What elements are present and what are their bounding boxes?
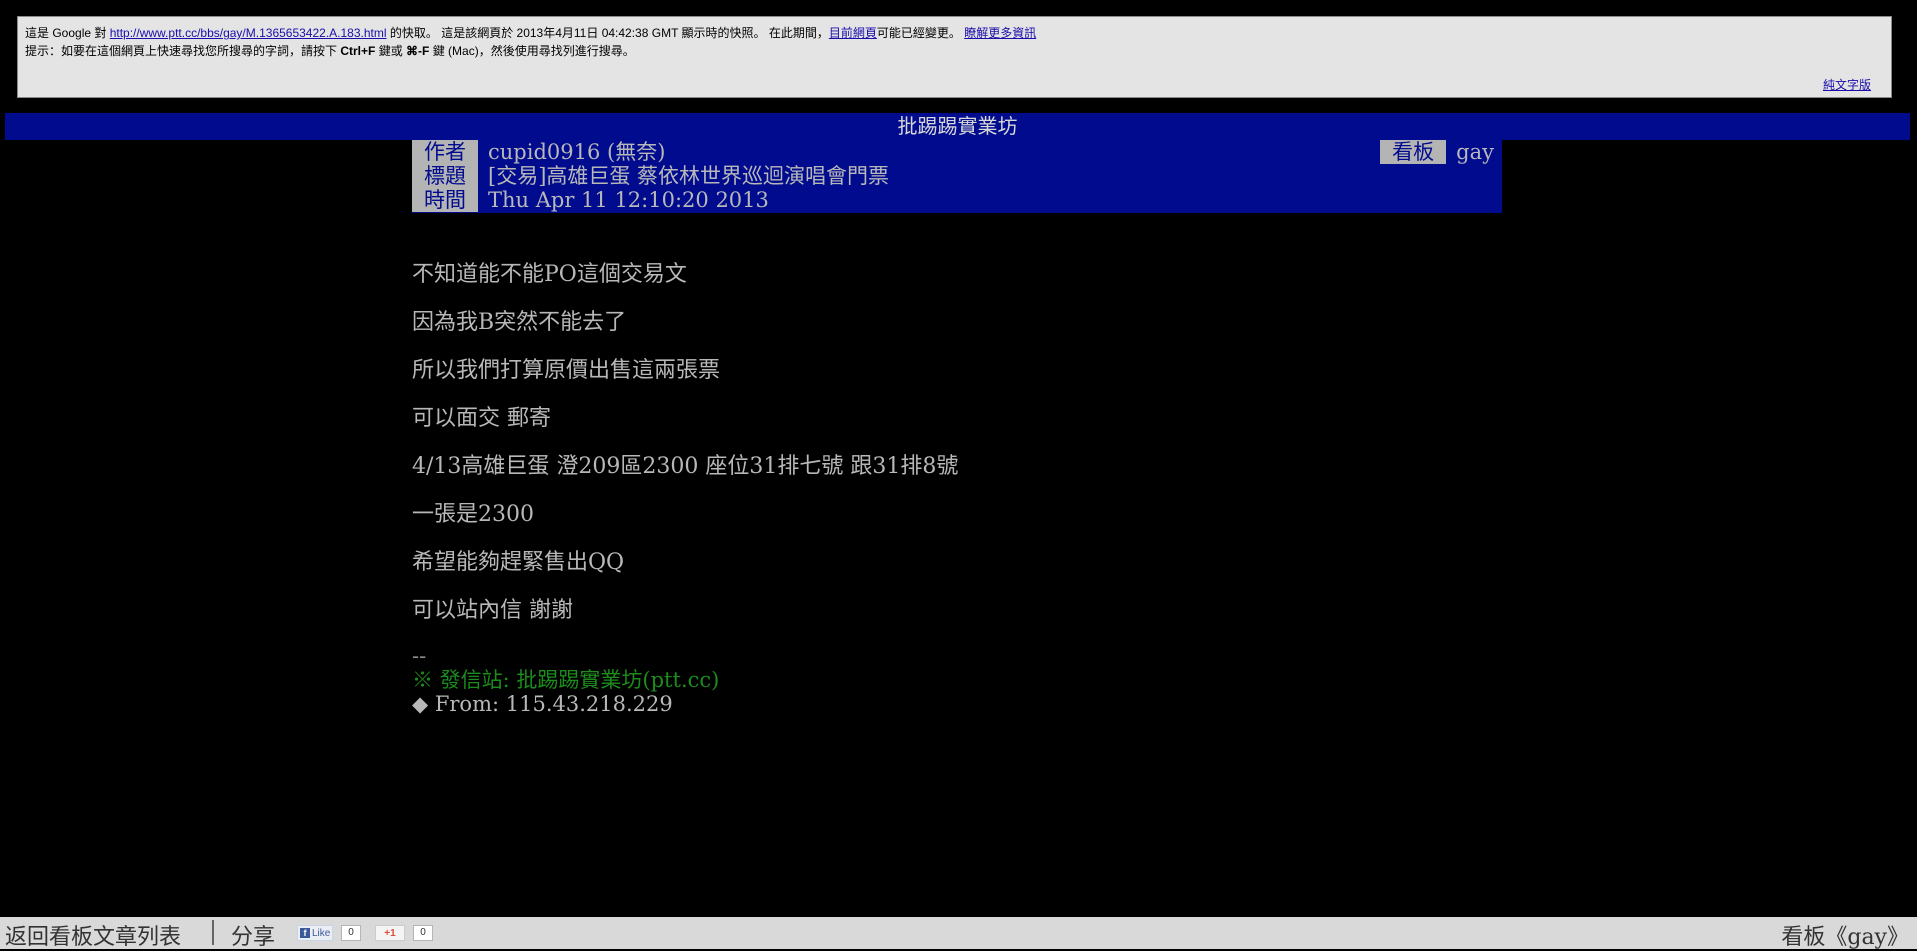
time-tag: 時間 [412,188,478,212]
toolbar-divider [212,920,214,945]
google-plus-icon: +1 [384,928,396,939]
google-plus-count: 0 [413,925,433,941]
board-info: 看板 gay [1380,140,1494,164]
signature-origin: ※ 發信站: 批踢踢實業坊(ptt.cc) [412,668,720,692]
tip-middle-text: 鍵或 [375,44,407,58]
cache-info-line: 這是 Google 對 http://www.ptt.cc/bbs/gay/M.… [25,24,1036,41]
share-label: 分享 [231,925,276,950]
facebook-icon: f [300,928,310,939]
facebook-like-count: 0 [341,925,361,941]
may-have-changed-text: 可能已經變更。 [876,26,965,40]
cmd-f-shortcut: ⌘-F [406,44,430,58]
back-to-board-list-link[interactable]: 返回看板文章列表 [5,919,181,951]
board-tag: 看板 [1380,140,1447,164]
ctrl-f-shortcut: Ctrl+F [340,44,376,58]
tip-suffix-text: 鍵 (Mac)，然後使用尋找列進行搜尋。 [429,44,635,58]
author-value: cupid0916 (無奈) [488,140,666,164]
google-cache-banner: 這是 Google 對 http://www.ptt.cc/bbs/gay/M.… [17,16,1892,98]
google-plus-one-button[interactable]: +1 [375,925,405,941]
time-value: Thu Apr 11 12:10:20 2013 [488,188,769,212]
body-line: 4/13高雄巨蛋 澄209區2300 座位31排七號 跟31排8號 [412,454,959,479]
body-line: 所以我們打算原價出售這兩張票 [412,358,721,383]
cached-url-link[interactable]: http://www.ptt.cc/bbs/gay/M.1365653422.A… [110,26,387,40]
body-line: 不知道能不能PO這個交易文 [412,262,687,287]
tip-prefix-text: 提示：如要在這個網頁上快速尋找您所搜尋的字詞，請按下 [25,44,341,58]
text-only-version-link[interactable]: 純文字版 [1823,76,1871,93]
signature-from-ip: ◆ From: 115.43.218.229 [412,692,673,716]
body-line: 可以站內信 謝謝 [412,598,573,623]
site-title: 批踢踢實業坊 [897,114,1018,138]
cache-suffix-text: 的快取。 這是該網頁於 2013年4月11日 04:42:38 GMT 顯示時的… [386,26,829,40]
title-value: [交易]高雄巨蛋 蔡依林世界巡迴演唱會門票 [488,164,890,188]
signature-separator: -- [412,644,427,668]
body-line: 一張是2300 [412,502,534,527]
title-tag: 標題 [412,164,478,188]
bottom-toolbar: 返回看板文章列表 分享 f Like 0 +1 0 看板《gay》 [0,917,1917,951]
board-value: gay [1456,140,1494,164]
site-title-bar: 批踢踢實業坊 [5,113,1910,140]
cache-prefix-text: 這是 Google 對 [25,26,110,40]
board-name-link[interactable]: 看板《gay》 [1781,919,1909,951]
search-tip-line: 提示：如要在這個網頁上快速尋找您所搜尋的字詞，請按下 Ctrl+F 鍵或 ⌘-F… [25,42,635,59]
facebook-like-label: Like [312,928,331,939]
current-page-link[interactable]: 目前網頁 [829,26,877,40]
body-line: 因為我B突然不能去了 [412,310,627,335]
time-row: 時間 Thu Apr 11 12:10:20 2013 [412,188,769,212]
author-tag: 作者 [412,140,478,164]
author-row: 作者 cupid0916 (無奈) [412,140,665,164]
body-line: 希望能夠趕緊售出QQ [412,550,625,575]
body-line: 可以面交 郵寄 [412,406,551,431]
article-signature: -- ※ 發信站: 批踢踢實業坊(ptt.cc) ◆ From: 115.43.… [412,644,719,716]
learn-more-link[interactable]: 瞭解更多資訊 [964,26,1036,40]
title-row: 標題 [交易]高雄巨蛋 蔡依林世界巡迴演唱會門票 [412,164,889,188]
facebook-like-button[interactable]: f Like [297,925,333,941]
article-header: 作者 cupid0916 (無奈) 標題 [交易]高雄巨蛋 蔡依林世界巡迴演唱會門票… [412,140,1502,213]
